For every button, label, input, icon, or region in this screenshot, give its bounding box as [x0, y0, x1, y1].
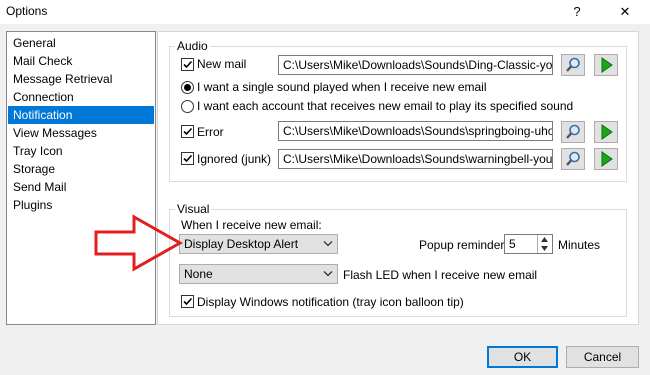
nav-item-send-mail[interactable]: Send Mail — [8, 178, 154, 196]
chevron-down-icon — [323, 271, 333, 277]
close-button[interactable]: ✕ — [610, 0, 640, 24]
nav-item-general[interactable]: General — [8, 34, 154, 52]
when-receive-label: When I receive new email: — [181, 218, 322, 232]
single-sound-label: I want a single sound played when I rece… — [197, 80, 487, 94]
magnifier-icon — [566, 151, 580, 166]
error-browse-button[interactable] — [561, 121, 585, 143]
ignored-junk-label: Ignored (junk) — [197, 152, 272, 166]
flash-led-select[interactable]: None — [179, 264, 338, 284]
ignored-junk-checkbox[interactable] — [181, 152, 194, 165]
flash-led-value: None — [184, 267, 213, 281]
spinner-down-button[interactable] — [537, 244, 552, 253]
ok-button[interactable]: OK — [487, 346, 558, 368]
ignored-play-button[interactable] — [594, 148, 618, 170]
ignored-browse-button[interactable] — [561, 148, 585, 170]
nav-item-storage[interactable]: Storage — [8, 160, 154, 178]
ignored-sound-path[interactable]: C:\Users\Mike\Downloads\Sounds\warningbe… — [278, 149, 553, 169]
error-label: Error — [197, 125, 224, 139]
play-icon — [601, 57, 613, 73]
per-account-sound-label: I want each account that receives new em… — [197, 99, 574, 113]
alert-type-select[interactable]: Display Desktop Alert — [179, 234, 338, 254]
windows-notification-checkbox[interactable] — [181, 295, 194, 308]
play-icon — [601, 124, 613, 140]
error-play-button[interactable] — [594, 121, 618, 143]
new-mail-sound-path[interactable]: C:\Users\Mike\Downloads\Sounds\Ding-Clas… — [278, 55, 553, 75]
new-mail-label: New mail — [197, 57, 247, 71]
red-arrow-annotation — [94, 214, 184, 272]
nav-item-mail-check[interactable]: Mail Check — [8, 52, 154, 70]
category-list: General Mail Check Message Retrieval Con… — [6, 31, 156, 325]
popup-reminder-label: Popup reminder: — [419, 238, 508, 252]
cancel-button[interactable]: Cancel — [566, 346, 639, 368]
new-mail-checkbox[interactable] — [181, 58, 194, 71]
nav-item-message-retrieval[interactable]: Message Retrieval — [8, 70, 154, 88]
error-checkbox[interactable] — [181, 125, 194, 138]
nav-item-notification[interactable]: Notification — [8, 106, 154, 124]
audio-group-label: Audio — [175, 39, 210, 53]
chevron-down-icon — [323, 241, 333, 247]
spin-down-icon — [541, 246, 548, 251]
flash-led-label: Flash LED when I receive new email — [343, 268, 538, 282]
help-button[interactable]: ? — [562, 0, 592, 24]
single-sound-radio[interactable] — [181, 81, 194, 94]
nav-item-plugins[interactable]: Plugins — [8, 196, 154, 214]
radio-selected-dot — [184, 84, 191, 91]
new-mail-browse-button[interactable] — [561, 54, 585, 76]
spinner-up-button[interactable] — [537, 235, 552, 244]
nav-item-view-messages[interactable]: View Messages — [8, 124, 154, 142]
alert-type-value: Display Desktop Alert — [184, 237, 299, 251]
popup-reminder-value: 5 — [509, 237, 516, 251]
new-mail-play-button[interactable] — [594, 54, 618, 76]
spin-up-icon — [541, 237, 548, 242]
magnifier-icon — [566, 57, 580, 72]
nav-item-tray-icon[interactable]: Tray Icon — [8, 142, 154, 160]
per-account-sound-radio[interactable] — [181, 100, 194, 113]
nav-item-connection[interactable]: Connection — [8, 88, 154, 106]
error-sound-path[interactable]: C:\Users\Mike\Downloads\Sounds\springboi… — [278, 121, 553, 141]
title-bar: Options ? ✕ — [0, 0, 650, 24]
minutes-label: Minutes — [558, 238, 601, 252]
play-icon — [601, 151, 613, 167]
windows-notification-label: Display Windows notification (tray icon … — [197, 295, 464, 309]
window-title: Options — [6, 4, 48, 18]
magnifier-icon — [566, 124, 580, 139]
popup-reminder-spinner[interactable]: 5 — [504, 234, 553, 254]
